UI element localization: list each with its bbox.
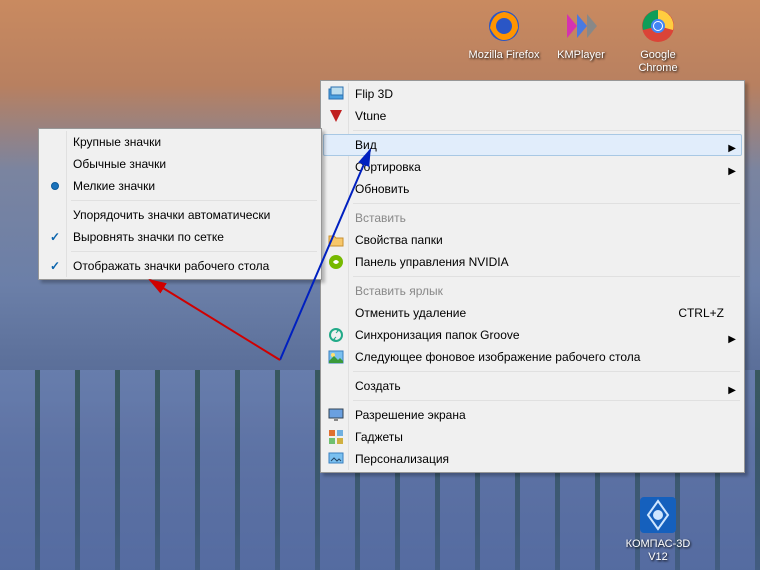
desktop-icon-chrome[interactable]: Google Chrome <box>622 6 694 75</box>
desktop-icon-kmplayer[interactable]: KMPlayer <box>545 6 617 62</box>
menu-item-next-background[interactable]: Следующее фоновое изображение рабочего с… <box>323 346 742 368</box>
submenu-item-auto-arrange[interactable]: Упорядочить значки автоматически <box>41 204 319 226</box>
menu-item-label: Следующее фоновое изображение рабочего с… <box>355 350 640 364</box>
menu-item-label: Выровнять значки по сетке <box>73 230 224 244</box>
submenu-item-large-icons[interactable]: Крупные значки <box>41 131 319 153</box>
kompas-icon <box>638 495 678 535</box>
check-icon: ✓ <box>47 258 63 274</box>
menu-item-view[interactable]: Вид ▶ <box>323 134 742 156</box>
menu-item-label: Разрешение экрана <box>355 408 466 422</box>
menu-item-paste: Вставить <box>323 207 742 229</box>
kmplayer-icon <box>561 6 601 46</box>
menu-item-label: Вставить <box>355 211 406 225</box>
firefox-icon <box>484 6 524 46</box>
submenu-item-small-icons[interactable]: Мелкие значки <box>41 175 319 197</box>
menu-item-label: Гаджеты <box>355 430 403 444</box>
menu-item-label: Синхронизация папок Groove <box>355 328 520 342</box>
gadgets-icon <box>328 429 344 445</box>
desktop-icon-kompas[interactable]: КОМПАС-3D V12 <box>622 495 694 564</box>
submenu-item-align-to-grid[interactable]: ✓ Выровнять значки по сетке <box>41 226 319 248</box>
menu-item-label: Упорядочить значки автоматически <box>73 208 270 222</box>
menu-item-label: Мелкие значки <box>73 179 155 193</box>
menu-item-paste-shortcut: Вставить ярлык <box>323 280 742 302</box>
desktop-icon-label: Google Chrome <box>622 49 694 75</box>
flip3d-icon <box>328 86 344 102</box>
view-submenu: Крупные значки Обычные значки Мелкие зна… <box>38 128 322 280</box>
wallpaper-icon <box>328 349 344 365</box>
nvidia-icon <box>328 254 344 270</box>
menu-separator <box>353 371 740 372</box>
menu-item-label: Обновить <box>355 182 409 196</box>
chrome-icon <box>638 6 678 46</box>
menu-item-label: Панель управления NVIDIA <box>355 255 509 269</box>
menu-item-sort[interactable]: Сортировка ▶ <box>323 156 742 178</box>
menu-item-groove-sync[interactable]: Синхронизация папок Groove ▶ <box>323 324 742 346</box>
menu-item-personalization[interactable]: Персонализация <box>323 448 742 470</box>
menu-item-label: Vtune <box>355 109 386 123</box>
menu-item-label: Сортировка <box>355 160 421 174</box>
menu-item-label: Вставить ярлык <box>355 284 443 298</box>
menu-separator <box>353 130 740 131</box>
submenu-item-show-desktop-icons[interactable]: ✓ Отображать значки рабочего стола <box>41 255 319 277</box>
menu-item-flip3d[interactable]: Flip 3D <box>323 83 742 105</box>
folder-icon <box>328 232 344 248</box>
submenu-arrow-icon: ▶ <box>728 380 736 402</box>
vtune-icon <box>328 108 344 124</box>
menu-item-hotkey: CTRL+Z <box>678 302 724 324</box>
menu-item-label: Создать <box>355 379 401 393</box>
menu-item-label: Свойства папки <box>355 233 443 247</box>
menu-item-undo-delete[interactable]: Отменить удаление CTRL+Z <box>323 302 742 324</box>
menu-item-label: Персонализация <box>355 452 449 466</box>
monitor-icon <box>328 407 344 423</box>
menu-item-gadgets[interactable]: Гаджеты <box>323 426 742 448</box>
menu-item-folder-properties[interactable]: Свойства папки <box>323 229 742 251</box>
desktop-icon-label: КОМПАС-3D V12 <box>622 538 694 564</box>
menu-item-screen-resolution[interactable]: Разрешение экрана <box>323 404 742 426</box>
submenu-item-medium-icons[interactable]: Обычные значки <box>41 153 319 175</box>
desktop-icon-label: Mozilla Firefox <box>468 49 540 62</box>
menu-item-create[interactable]: Создать ▶ <box>323 375 742 397</box>
menu-separator <box>353 276 740 277</box>
menu-separator <box>71 251 317 252</box>
check-icon: ✓ <box>47 229 63 245</box>
menu-item-label: Крупные значки <box>73 135 161 149</box>
radio-icon <box>51 182 59 190</box>
desktop[interactable]: Mozilla Firefox KMPlayer Google Chrome К… <box>0 0 760 570</box>
menu-separator <box>71 200 317 201</box>
menu-item-vtune[interactable]: Vtune <box>323 105 742 127</box>
groove-icon <box>328 327 344 343</box>
menu-item-label: Обычные значки <box>73 157 166 171</box>
menu-item-label: Отменить удаление <box>355 306 466 320</box>
menu-item-label: Flip 3D <box>355 87 393 101</box>
desktop-icon-label: KMPlayer <box>545 49 617 62</box>
menu-separator <box>353 203 740 204</box>
menu-item-label: Отображать значки рабочего стола <box>73 259 269 273</box>
menu-item-refresh[interactable]: Обновить <box>323 178 742 200</box>
personalize-icon <box>328 451 344 467</box>
context-menu: Flip 3D Vtune Вид ▶ Сортировка ▶ Обновит… <box>320 80 745 473</box>
desktop-icon-firefox[interactable]: Mozilla Firefox <box>468 6 540 62</box>
menu-item-nvidia[interactable]: Панель управления NVIDIA <box>323 251 742 273</box>
menu-separator <box>353 400 740 401</box>
menu-item-label: Вид <box>355 138 377 152</box>
